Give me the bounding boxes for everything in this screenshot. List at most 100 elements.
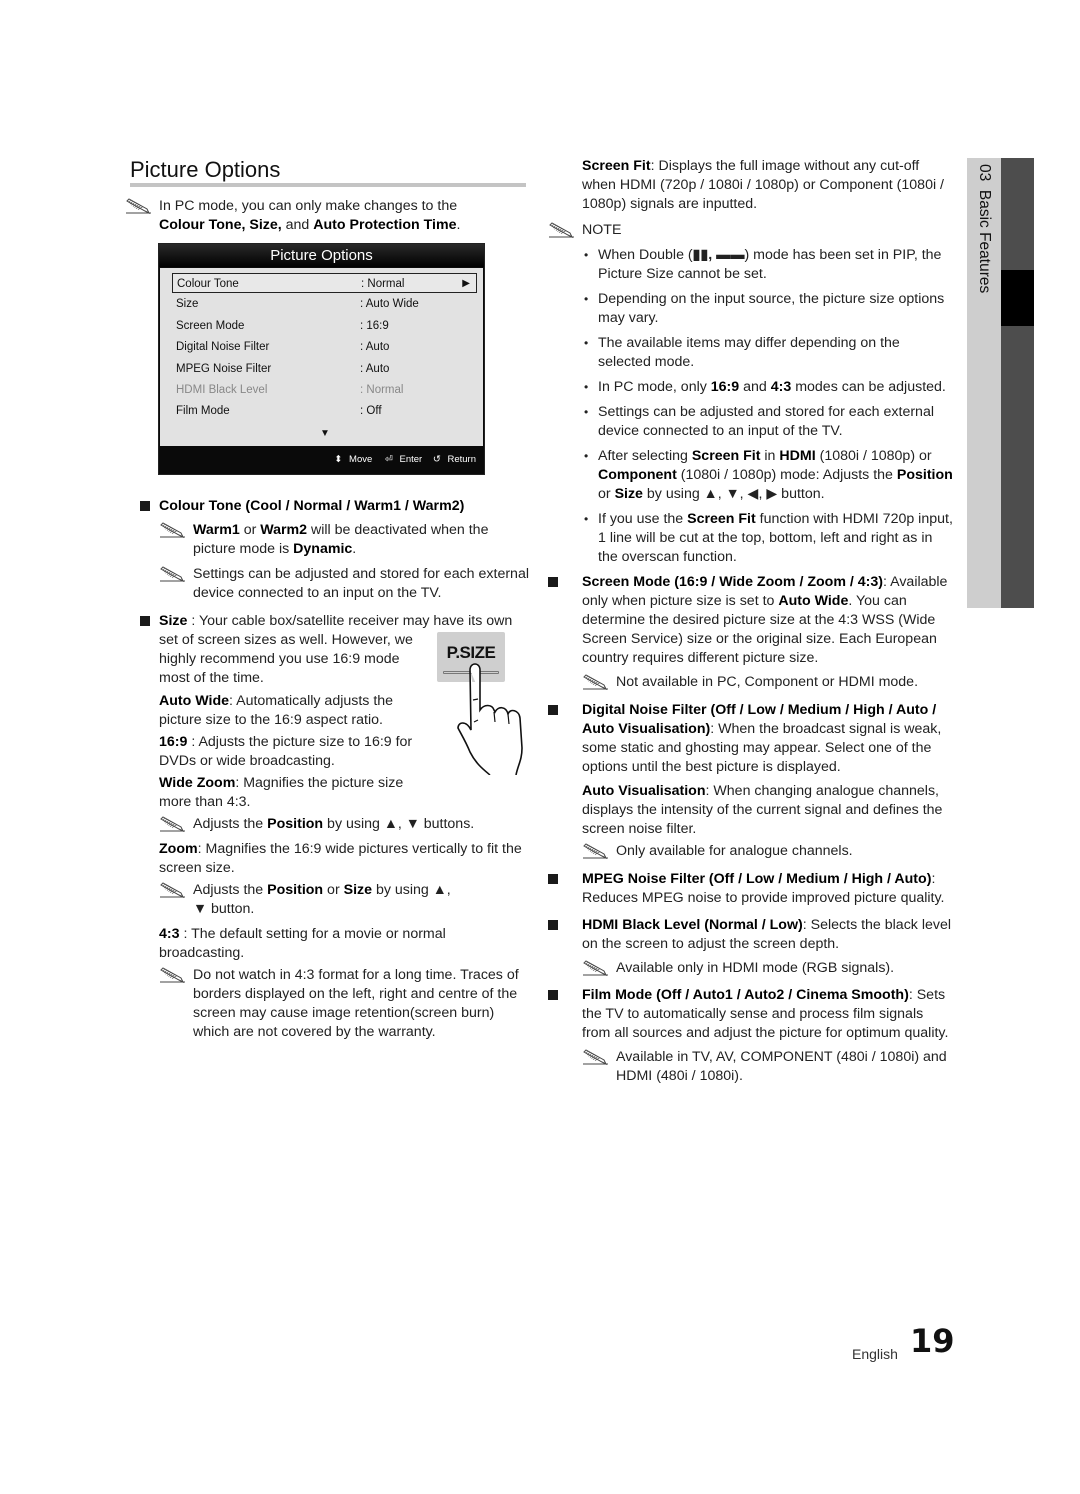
osd-item-label: MPEG Noise Filter xyxy=(176,362,272,375)
text: Adjusts the xyxy=(193,816,268,832)
note-bullet: After selecting Screen Fit in HDMI (1080… xyxy=(548,447,953,504)
auto-visualisation-desc: Auto Visualisation: When changing analog… xyxy=(582,782,953,839)
film-heading: Film Mode (Off / Auto1 / Auto2 / Cinema … xyxy=(582,987,909,1003)
colour-tone-section: Colour Tone (Cool / Normal / Warm1 / War… xyxy=(140,497,530,603)
page-number: 19 xyxy=(910,1322,955,1360)
intro-bold: Colour Tone, Size, xyxy=(159,217,282,233)
pip-double-icon: ▮▮, ▬▬ xyxy=(692,247,745,263)
text: If you use the xyxy=(598,511,688,527)
ratio-4-3-note: Do not watch in 4:3 format for a long ti… xyxy=(159,966,524,1042)
film-mode-section: Film Mode (Off / Auto1 / Auto2 / Cinema … xyxy=(548,986,953,1086)
return-label: Return xyxy=(447,454,476,465)
osd-item-value: : Auto Wide xyxy=(360,298,419,311)
bold-text: Size xyxy=(614,486,643,502)
osd-item-value: : Normal xyxy=(360,384,404,396)
bold-text: Zoom xyxy=(159,841,198,857)
right-column: Screen Fit: Displays the full image with… xyxy=(548,157,953,1086)
text: : Magnifies the 16:9 wide pictures verti… xyxy=(159,841,522,876)
screen-mode-section: Screen Mode (16:9 / Wide Zoom / Zoom / 4… xyxy=(548,573,953,692)
move-icon: ⬍ xyxy=(334,454,343,465)
osd-menu-item[interactable]: Colour Tone: Normal ▶ xyxy=(172,273,477,293)
osd-item-label: Digital Noise Filter xyxy=(176,341,270,354)
note-bullet: Depending on the input source, the pictu… xyxy=(548,290,953,328)
osd-menu-item[interactable]: Size : Auto Wide xyxy=(172,294,477,314)
osd-item-value: : Auto xyxy=(360,362,390,375)
ratio-4-3-desc: 4:3 : The default setting for a movie or… xyxy=(159,925,459,963)
osd-title: Picture Options xyxy=(159,244,484,267)
square-bullet-icon xyxy=(548,920,558,930)
hdmi-heading: HDMI Black Level (Normal / Low) xyxy=(582,917,803,933)
colour-tone-heading: Colour Tone (Cool / Normal / Warm1 / War… xyxy=(159,498,465,514)
text: Only available for analogue channels. xyxy=(616,843,853,859)
dnf-note: Only available for analogue channels. xyxy=(582,842,953,861)
screen-fit-desc: Screen Fit: Displays the full image with… xyxy=(548,157,953,214)
note-pencil-icon xyxy=(159,816,186,832)
note-pencil-icon xyxy=(159,967,186,983)
side-tab-marker xyxy=(1001,270,1034,326)
right-arrow-icon[interactable]: ▶ xyxy=(462,274,470,294)
move-label: Move xyxy=(349,454,373,465)
chapter-title: Basic Features xyxy=(976,189,993,294)
text: Not available in PC, Component or HDMI m… xyxy=(616,674,919,690)
osd-menu-item[interactable]: Screen Mode: 16:9 xyxy=(172,316,477,336)
osd-item-label: Size xyxy=(176,298,199,311)
zoom-desc: Zoom: Magnifies the 16:9 wide pictures v… xyxy=(159,840,529,878)
wide-zoom-note: Adjusts the Position by using ▲, ▼ butto… xyxy=(159,815,529,834)
osd-item-label: Screen Mode xyxy=(176,319,245,332)
scroll-down-icon[interactable]: ▼ xyxy=(320,424,330,443)
enter-icon: ⏎ xyxy=(384,454,393,465)
note-pencil-icon xyxy=(159,566,186,582)
text: or xyxy=(239,522,261,538)
square-bullet-icon xyxy=(548,705,558,715)
text: in xyxy=(760,448,780,464)
bold-text: Auto Visualisation xyxy=(582,783,706,799)
text: or xyxy=(323,882,344,898)
bold-text: Position xyxy=(267,882,324,898)
size-bold: Size xyxy=(159,613,188,629)
left-column: In PC mode, you can only make changes to… xyxy=(125,197,530,235)
osd-item-value: : Auto xyxy=(360,341,390,354)
text: by using ▲, ▼, ◀, ▶ button. xyxy=(642,486,825,502)
osd-menu-item[interactable]: Digital Noise Filter : Auto xyxy=(172,337,477,357)
hdmi-section: HDMI Black Level (Normal / Low): Selects… xyxy=(548,916,953,978)
bold-text: Wide Zoom xyxy=(159,775,236,791)
bold-text: Position xyxy=(896,467,953,483)
screen-mode-heading: Screen Mode (16:9 / Wide Zoom / Zoom / 4… xyxy=(582,574,884,590)
intro-note: In PC mode, you can only make changes to… xyxy=(125,197,530,235)
chapter-side-tab: 03 Basic Features xyxy=(967,158,1034,608)
ratio-16-9-desc: 16:9 : Adjusts the picture size to 16:9 … xyxy=(159,733,439,771)
note-bullets: When Double (▮▮, ▬▬) mode has been set i… xyxy=(548,246,953,567)
osd-footer: ⬍ Move ⏎ Enter ↺ Return xyxy=(159,446,484,474)
side-tab-label: 03 Basic Features xyxy=(974,164,994,293)
note-pencil-icon xyxy=(548,222,575,238)
text: or xyxy=(598,486,615,502)
bold-text: Component xyxy=(598,467,677,483)
square-bullet-icon xyxy=(140,501,150,511)
osd-menu-item[interactable]: HDMI Black Level : Normal xyxy=(172,380,477,400)
text: modes can be adjusted. xyxy=(791,379,946,395)
osd-menu-item[interactable]: MPEG Noise Filter : Auto xyxy=(172,359,477,379)
enter-label: Enter xyxy=(399,454,423,465)
note-pencil-icon xyxy=(582,1049,609,1065)
square-bullet-icon xyxy=(140,616,150,626)
picture-options-osd: Picture Options ▼ Colour Tone: Normal ▶ Si… xyxy=(158,243,485,475)
intro-text: and xyxy=(281,217,314,233)
note-bullet: In PC mode, only 16:9 and 4:3 modes can … xyxy=(548,378,953,397)
text: The available items may differ depending… xyxy=(598,335,900,370)
bold-text: 16:9 xyxy=(159,734,188,750)
size-line: : Your cable box/satellite receiver may … xyxy=(187,613,513,629)
colour-tone-note-1: Warm1 or Warm2 will be deactivated when … xyxy=(159,521,530,559)
square-bullet-icon xyxy=(548,874,558,884)
text: (1080i / 1080p) or xyxy=(815,448,932,464)
text: : The default setting for a movie or nor… xyxy=(159,926,446,961)
note-pencil-icon xyxy=(582,843,609,859)
osd-menu-item[interactable]: Film Mode: Off xyxy=(172,401,477,421)
text: Depending on the input source, the pictu… xyxy=(598,291,945,326)
bold-text: Screen Fit xyxy=(582,158,651,174)
pointing-hand-icon xyxy=(457,663,523,775)
text: . xyxy=(352,541,357,557)
osd-item-label: HDMI Black Level xyxy=(176,384,268,396)
film-note: Available in TV, AV, COMPONENT (480i / 1… xyxy=(582,1048,953,1086)
text: Adjusts the xyxy=(193,882,268,898)
bold-text: Warm1 xyxy=(193,522,240,538)
